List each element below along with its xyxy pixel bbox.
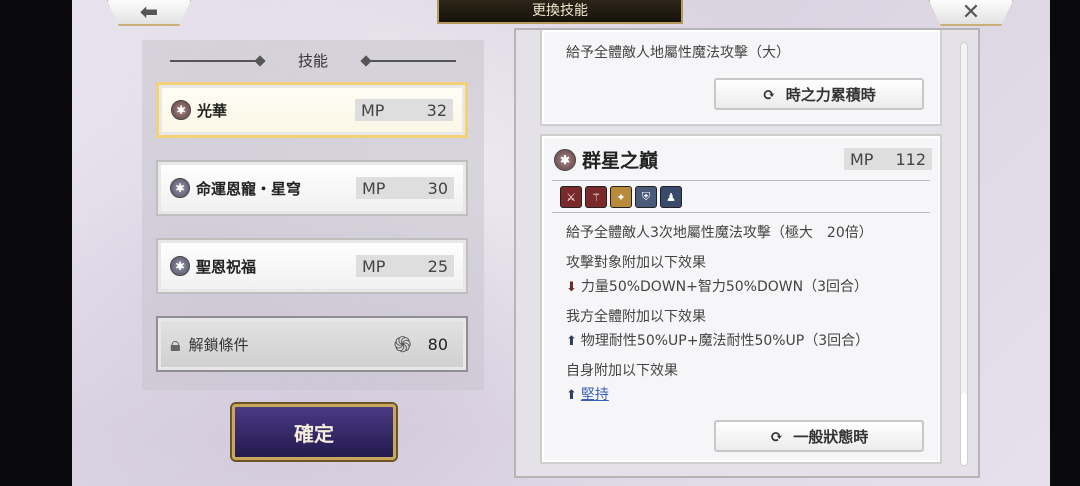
arrow-up-icon: ⬆ — [566, 334, 577, 349]
skill-card-3[interactable]: ✲ 聖恩祝福 MP 25 — [156, 238, 468, 294]
self-effect: ⬆ 堅持 — [566, 384, 609, 404]
sword-down-icon: ⚔ — [560, 186, 582, 208]
staff-down-icon: ⚚ — [585, 186, 607, 208]
skill-card-1[interactable]: ✲ 光華 MP 32 — [156, 82, 468, 138]
shield-up-icon: ⛨ — [635, 186, 657, 208]
state-toggle-button[interactable]: ⟳ 一般狀態時 — [714, 420, 924, 452]
mp-value: 32 — [426, 100, 447, 120]
mp-label: MP — [362, 256, 386, 276]
skill-name: 光華 — [197, 101, 228, 120]
skill-list-panel: 技能 ✲ 光華 MP 32 ✲ 命運恩寵・星穹 MP 30 ✲ 聖恩祝福 MP … — [142, 40, 484, 390]
effect-tags: ⚔ ⚚ ✦ ⛨ ♟ — [560, 186, 682, 208]
mp-value: 25 — [427, 256, 448, 276]
skill-title-text: 群星之巔 — [582, 150, 659, 172]
state-label: 一般狀態時 — [793, 427, 869, 446]
spiral-icon: ֍ — [393, 332, 412, 358]
target-heading: 攻擊對象附加以下效果 — [566, 255, 706, 271]
endure-link[interactable]: 堅持 — [581, 387, 609, 403]
mp-label: MP — [850, 149, 874, 169]
state-label: 時之力累積時 — [785, 85, 876, 104]
close-button[interactable]: ✕ — [928, 0, 1014, 26]
target-effect: ⬇ 力量50%DOWN+智力50%DOWN（3回合） — [566, 276, 868, 296]
element-icon: ✲ — [170, 178, 190, 198]
mp-cost: MP 112 — [844, 148, 932, 170]
locked-skill-card[interactable]: 🔒︎ 解鎖條件 ֍ 80 — [156, 316, 468, 372]
skill-detail-card-2: ✲ 群星之巔 MP 112 ⚔ ⚚ ✦ ⛨ ♟ 給予全體敵人3次地屬性魔法攻擊（… — [540, 134, 942, 464]
confirm-button[interactable]: 確定 — [232, 404, 396, 460]
main-effect: 給予全體敵人3次地屬性魔法攻擊（極大 20倍） — [566, 225, 873, 241]
divider — [552, 212, 930, 213]
arrow-up-icon: ⬆ — [566, 388, 577, 403]
mp-cost: MP 32 — [355, 99, 453, 121]
refresh-icon: ⟳ — [769, 426, 784, 446]
magic-icon: ✦ — [610, 186, 632, 208]
self-heading: 自身附加以下效果 — [566, 363, 678, 379]
arrow-left-icon: ⬅ — [139, 0, 159, 25]
mp-label: MP — [362, 178, 386, 198]
lock-icon: 🔒︎ — [170, 332, 181, 356]
mp-label: MP — [361, 100, 385, 120]
mp-cost: MP 25 — [356, 255, 454, 277]
effect-text: 給予全體敵人地屬性魔法攻擊（大） — [566, 45, 790, 61]
arrow-down-icon: ⬇ — [566, 280, 577, 295]
refresh-icon: ⟳ — [762, 84, 776, 104]
mp-value: 112 — [895, 149, 926, 169]
ally-effect: ⬆ 物理耐性50%UP+魔法耐性50%UP（3回合） — [566, 330, 869, 350]
state-toggle-button[interactable]: ⟳ 時之力累積時 — [714, 78, 924, 110]
scrollbar-thumb[interactable] — [961, 393, 967, 465]
earth-element-icon: ✲ — [171, 100, 191, 120]
skill-name: 命運恩寵・星穹 — [196, 179, 302, 198]
skill-card-2[interactable]: ✲ 命運恩寵・星穹 MP 30 — [156, 160, 468, 216]
close-icon: ✕ — [961, 0, 981, 25]
skill-detail-panel: 給予全體敵人地屬性魔法攻擊（大） ⟳ 時之力累積時 ✲ 群星之巔 MP 112 … — [514, 28, 980, 478]
target-effect-text: 力量50%DOWN+智力50%DOWN（3回合） — [580, 279, 869, 295]
ally-effect-text: 物理耐性50%UP+魔法耐性50%UP（3回合） — [580, 333, 870, 349]
element-icon: ✲ — [170, 256, 190, 276]
unlock-condition-label: 解鎖條件 — [188, 335, 249, 354]
header-ornament-right — [366, 60, 456, 62]
scrollbar[interactable] — [960, 42, 968, 466]
mp-cost: MP 30 — [356, 177, 454, 199]
endure-icon: ♟ — [660, 186, 682, 208]
ally-heading: 我方全體附加以下效果 — [566, 309, 706, 325]
mp-value: 30 — [427, 178, 448, 198]
skill-detail-card-1: 給予全體敵人地屬性魔法攻擊（大） ⟳ 時之力累積時 — [540, 30, 942, 126]
unlock-cost: 80 — [427, 334, 448, 354]
page-title: 更換技能 — [437, 0, 683, 24]
skill-title: ✲ 群星之巔 — [554, 146, 658, 173]
skill-name: 聖恩祝福 — [196, 257, 257, 276]
divider — [552, 180, 930, 181]
back-button[interactable]: ⬅ — [106, 0, 192, 26]
earth-element-icon: ✲ — [554, 148, 576, 171]
